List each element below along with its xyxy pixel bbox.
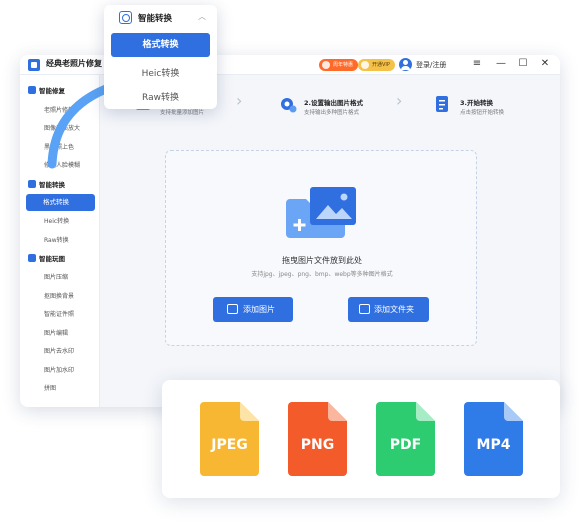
convert-icon bbox=[119, 11, 132, 24]
step-2-title: 2.设置输出图片格式 bbox=[304, 99, 363, 107]
dropdown-item-raw[interactable]: Raw转换 bbox=[104, 90, 217, 103]
format-label: MP4 bbox=[476, 437, 511, 453]
chevron-right-icon: › bbox=[396, 91, 403, 110]
sidebar-item-format-convert[interactable]: 格式转换 bbox=[26, 194, 95, 211]
sidebar-group-convert[interactable]: 智能转换 bbox=[28, 179, 65, 189]
sidebar-group-label: 智能转换 bbox=[39, 181, 65, 189]
image-icon bbox=[227, 304, 238, 314]
format-label: PDF bbox=[389, 437, 422, 453]
sidebar-group-label: 智能玩图 bbox=[39, 255, 65, 263]
app-logo-icon bbox=[28, 59, 40, 71]
drop-zone-subtitle: 支持jpg、jpeg、png、bmp、webp等多种图片格式 bbox=[251, 271, 393, 278]
step-2-subtitle: 支持输出多种图片格式 bbox=[304, 110, 360, 116]
drop-zone-title: 拖曳图片文件放到此处 bbox=[282, 256, 362, 265]
chevron-right-icon: › bbox=[236, 91, 243, 110]
step-1-subtitle: 支持批量添加图片 bbox=[160, 110, 205, 116]
sidebar-group-play[interactable]: 智能玩图 bbox=[28, 253, 65, 263]
dropdown-item-heic[interactable]: Heic转换 bbox=[104, 66, 217, 79]
format-label: PNG bbox=[300, 437, 335, 453]
anniversary-badge[interactable]: 周年特惠 bbox=[319, 59, 359, 71]
pdf-file-icon: PDF bbox=[376, 402, 435, 476]
folder-icon bbox=[359, 304, 370, 314]
login-link[interactable]: 登录/注册 bbox=[416, 60, 446, 70]
repair-icon bbox=[28, 86, 36, 94]
png-file-icon: PNG bbox=[288, 402, 347, 476]
vip-badge[interactable]: 开通VIP bbox=[358, 59, 395, 71]
image-folder-icon bbox=[286, 187, 356, 238]
close-icon[interactable]: ✕ bbox=[538, 57, 552, 71]
format-label: JPEG bbox=[211, 437, 248, 453]
add-folder-label: 添加文件夹 bbox=[374, 305, 414, 314]
sidebar-item-heic[interactable]: Heic转换 bbox=[44, 216, 69, 225]
sidebar-item-raw[interactable]: Raw转换 bbox=[44, 235, 69, 244]
dropdown-title[interactable]: 智能转换 bbox=[138, 12, 172, 24]
crown-icon bbox=[361, 61, 369, 69]
convert-icon bbox=[28, 180, 36, 188]
jpeg-file-icon: JPEG bbox=[200, 402, 259, 476]
gift-icon bbox=[322, 61, 330, 69]
anniversary-label: 周年特惠 bbox=[333, 62, 354, 68]
menu-icon[interactable]: ≡ bbox=[470, 57, 484, 71]
add-folder-button[interactable]: 添加文件夹 bbox=[348, 297, 429, 322]
sidebar-item-id-photo[interactable]: 智能证件照 bbox=[44, 309, 74, 318]
user-avatar-icon[interactable] bbox=[399, 58, 412, 71]
minimize-icon[interactable]: — bbox=[494, 57, 508, 71]
vip-label: 开通VIP bbox=[372, 62, 390, 68]
step-3-title: 3.开始转换 bbox=[460, 99, 493, 107]
sidebar-item-compress[interactable]: 图片压缩 bbox=[44, 272, 68, 281]
sidebar-item-collage[interactable]: 拼图 bbox=[44, 383, 56, 392]
add-image-button[interactable]: 添加图片 bbox=[213, 297, 293, 322]
drop-zone[interactable]: 拖曳图片文件放到此处 支持jpg、jpeg、png、bmp、webp等多种图片格… bbox=[165, 150, 477, 346]
maximize-icon[interactable]: ☐ bbox=[516, 57, 530, 71]
add-image-label: 添加图片 bbox=[243, 305, 275, 314]
mp4-file-icon: MP4 bbox=[464, 402, 523, 476]
convert-dropdown: 智能转换 ︿ 格式转换 Heic转换 Raw转换 bbox=[104, 5, 217, 109]
sidebar-item-edit[interactable]: 图片编辑 bbox=[44, 328, 68, 337]
sidebar-item-add-watermark[interactable]: 图片加水印 bbox=[44, 365, 74, 374]
formats-card: JPEG PNG PDF MP4 bbox=[162, 380, 560, 498]
step-3-subtitle: 点击按钮开始转换 bbox=[460, 110, 505, 116]
chevron-up-icon[interactable]: ︿ bbox=[198, 11, 206, 22]
sidebar-item-remove-watermark[interactable]: 图片去水印 bbox=[44, 346, 74, 355]
start-step-icon bbox=[436, 96, 448, 112]
dropdown-item-format-convert[interactable]: 格式转换 bbox=[111, 33, 210, 57]
play-icon bbox=[28, 254, 36, 262]
settings-step-icon bbox=[281, 98, 297, 113]
sidebar-item-cutout[interactable]: 抠图换背景 bbox=[44, 291, 74, 300]
